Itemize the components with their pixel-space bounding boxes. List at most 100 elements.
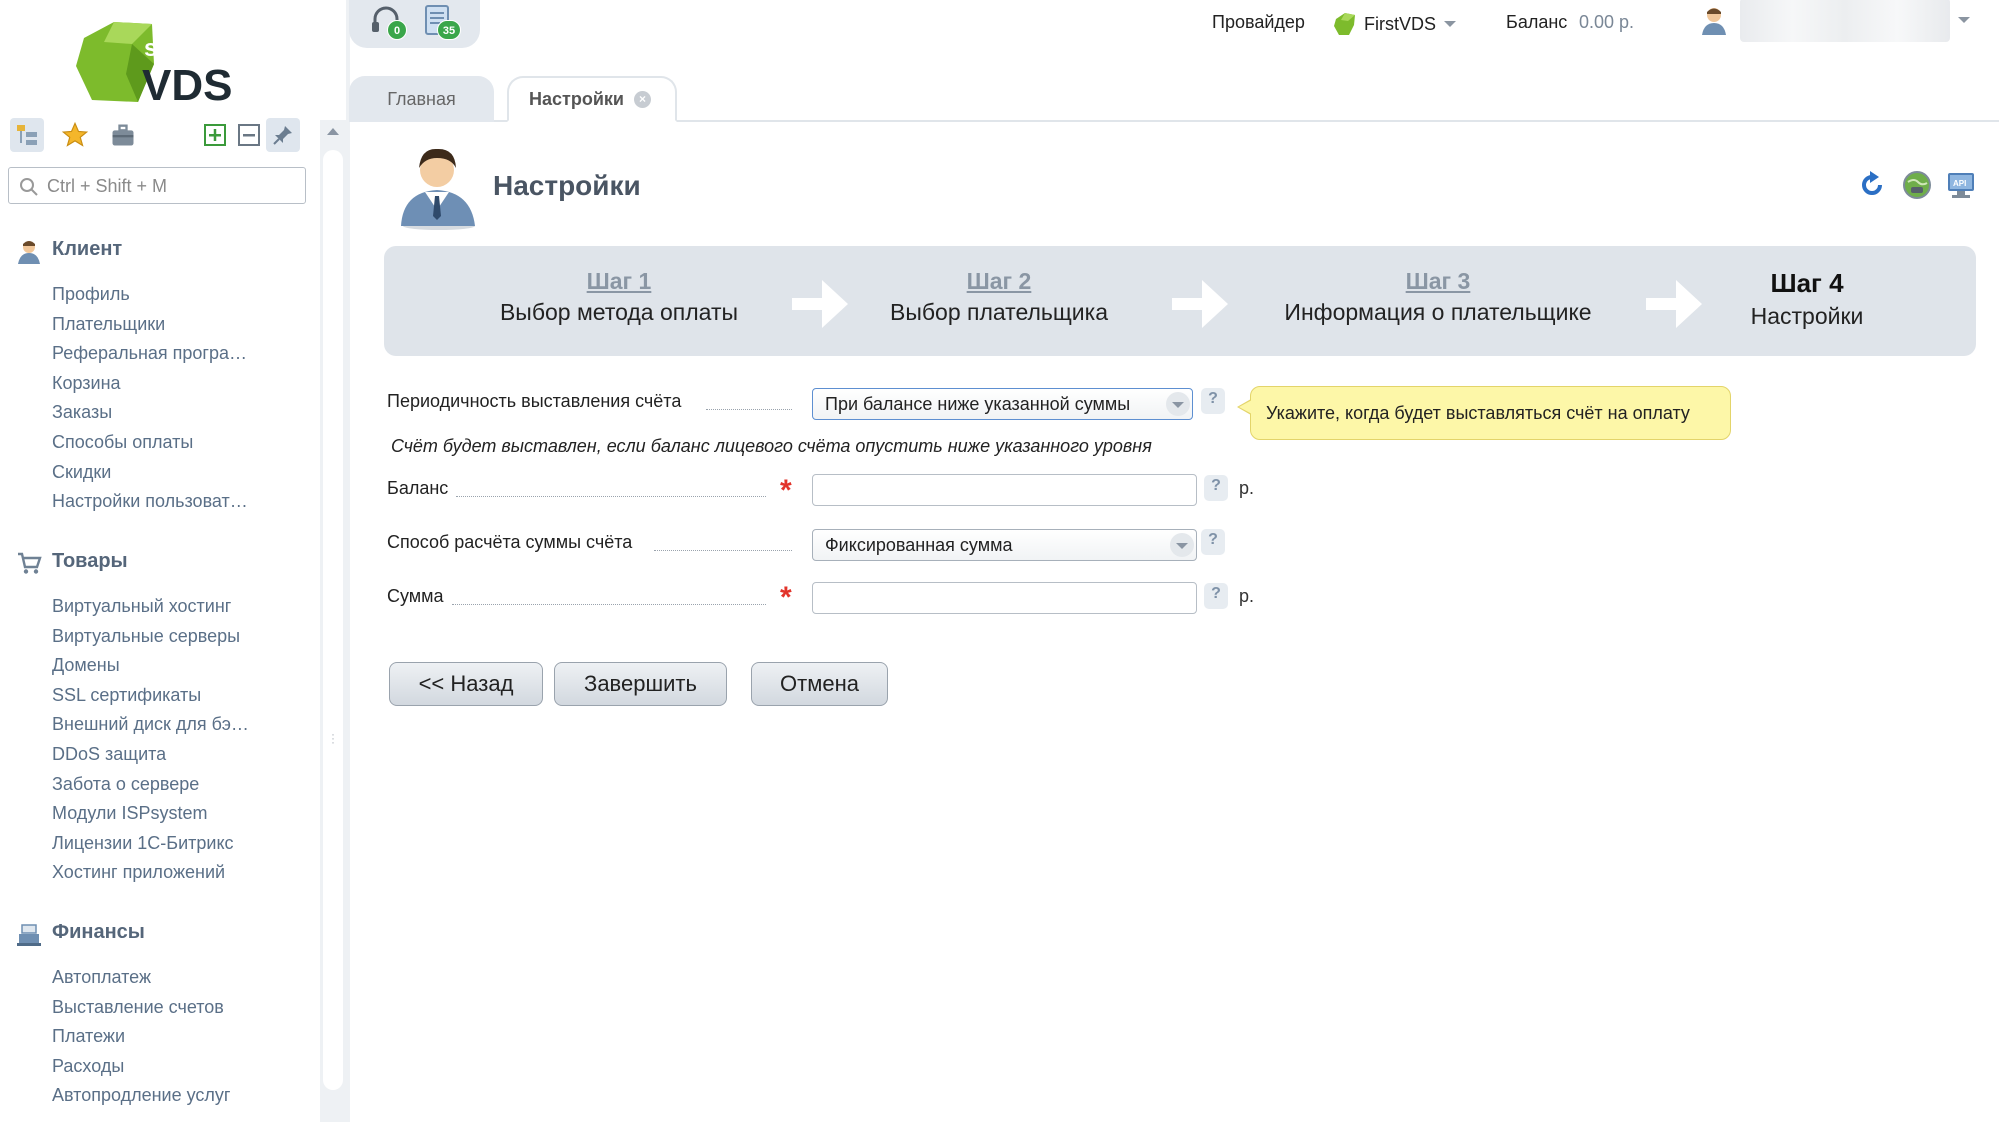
finish-button[interactable]: Завершить xyxy=(554,662,727,706)
step-number[interactable]: Шаг 2 xyxy=(882,268,1116,295)
period-select-value: При балансе ниже указанной суммы xyxy=(825,394,1131,414)
sidebar-item-bitrix-licenses[interactable]: Лицензии 1С-Битрикс xyxy=(0,829,275,859)
balance-value: 0.00 р. xyxy=(1579,12,1635,32)
period-select[interactable]: При балансе ниже указанной суммы xyxy=(812,388,1193,420)
nav-group-header[interactable]: Финансы xyxy=(0,915,318,951)
sidebar-item-backup-disk[interactable]: Внешний диск для бэ… xyxy=(0,710,275,740)
sum-input[interactable] xyxy=(812,582,1197,614)
sidebar-item-discounts[interactable]: Скидки xyxy=(0,458,275,488)
sidebar: st VDS Клиент Профи xyxy=(0,0,318,1122)
sidebar-item-virtual-hosting[interactable]: Виртуальный хостинг xyxy=(0,592,275,622)
notifications-button[interactable]: 35 xyxy=(423,4,463,44)
logo[interactable]: st VDS xyxy=(74,14,244,110)
web-button[interactable] xyxy=(1902,170,1932,200)
sidebar-item-server-care[interactable]: Забота о сервере xyxy=(0,770,275,800)
page-header: Настройки xyxy=(395,140,641,230)
sum-field-label: Сумма xyxy=(387,586,444,606)
sidebar-item-profile[interactable]: Профиль xyxy=(0,280,275,310)
sidebar-item-cart[interactable]: Корзина xyxy=(0,369,275,399)
sidebar-item-virtual-servers[interactable]: Виртуальные серверы xyxy=(0,622,275,652)
briefcase-button[interactable] xyxy=(106,118,140,152)
sidebar-item-referral[interactable]: Реферальная програ… xyxy=(0,339,275,369)
label-leader xyxy=(452,604,766,605)
api-monitor-icon: API xyxy=(1948,173,1974,198)
expand-all-button[interactable] xyxy=(198,118,232,152)
period-label: Периодичность выставления счёта xyxy=(387,391,682,411)
sidebar-item-payers[interactable]: Плательщики xyxy=(0,310,275,340)
sidebar-item-user-settings[interactable]: Настройки пользоват… xyxy=(0,487,275,517)
back-button[interactable]: << Назад xyxy=(389,662,543,706)
calc-method-label: Способ расчёта суммы счёта xyxy=(387,532,633,552)
tab-label: Главная xyxy=(387,88,456,109)
search-icon xyxy=(20,178,38,196)
wizard-step-1[interactable]: Шаг 1 Выбор метода оплаты xyxy=(492,268,746,326)
step-number[interactable]: Шаг 1 xyxy=(492,268,746,295)
step-label: Выбор метода оплаты xyxy=(499,299,739,325)
page-title: Настройки xyxy=(493,170,641,201)
tab-label: Настройки xyxy=(529,88,624,109)
panel-splitter[interactable] xyxy=(346,0,350,1122)
provider-label: Провайдер xyxy=(1212,12,1305,32)
nav-group-header[interactable]: Товары xyxy=(0,544,318,580)
sidebar-item-app-hosting[interactable]: Хостинг приложений xyxy=(0,858,275,888)
balance-help-icon[interactable]: ? xyxy=(1204,475,1228,501)
collapse-all-button[interactable] xyxy=(232,118,266,152)
search-input[interactable] xyxy=(47,174,297,198)
sidebar-item-invoicing[interactable]: Выставление счетов xyxy=(0,993,275,1023)
wizard-step-2[interactable]: Шаг 2 Выбор плательщика xyxy=(882,268,1116,326)
period-help-icon[interactable]: ? xyxy=(1201,388,1225,414)
sidebar-item-domains[interactable]: Домены xyxy=(0,651,275,681)
step-label: Информация о плательщике xyxy=(1284,299,1592,325)
chevron-down-icon xyxy=(1170,533,1194,557)
api-button[interactable]: API xyxy=(1946,170,1976,200)
nav-group-products: Товары Виртуальный хостинг Виртуальные с… xyxy=(0,544,318,888)
sidebar-item-expenses[interactable]: Расходы xyxy=(0,1052,275,1082)
user-menu[interactable] xyxy=(1700,0,1970,42)
sidebar-item-payments[interactable]: Платежи xyxy=(0,1022,275,1052)
close-icon[interactable]: × xyxy=(633,90,651,108)
user-settings-icon xyxy=(401,148,475,230)
cancel-button[interactable]: Отмена xyxy=(751,662,888,706)
sidebar-scrollbar[interactable]: · · · xyxy=(320,120,346,1122)
pin-button[interactable] xyxy=(266,118,300,152)
calc-method-select[interactable]: Фиксированная сумма xyxy=(812,529,1197,561)
sum-unit: р. xyxy=(1239,586,1255,606)
nav-group-header[interactable]: Клиент xyxy=(0,232,318,268)
balance-unit: р. xyxy=(1239,478,1255,498)
tab-home[interactable]: Главная xyxy=(349,76,494,122)
sidebar-item-autorenewal[interactable]: Автопродление услуг xyxy=(0,1081,275,1111)
nav-list: Виртуальный хостинг Виртуальные серверы … xyxy=(0,592,318,888)
sum-help-icon[interactable]: ? xyxy=(1204,583,1228,609)
firstvds-logo-icon xyxy=(1334,13,1355,35)
support-button[interactable]: 0 xyxy=(369,4,409,44)
balance-label: Баланс xyxy=(1506,12,1568,32)
calc-help-icon[interactable]: ? xyxy=(1201,529,1225,555)
sidebar-item-payment-methods[interactable]: Способы оплаты xyxy=(0,428,275,458)
balance-input[interactable] xyxy=(812,474,1197,506)
label-leader xyxy=(654,550,792,551)
sidebar-item-ispsystem-modules[interactable]: Модули ISPsystem xyxy=(0,799,275,829)
scroll-up-icon[interactable] xyxy=(327,128,339,135)
wizard-step-3[interactable]: Шаг 3 Информация о плательщике xyxy=(1273,268,1603,326)
refresh-button[interactable] xyxy=(1857,170,1887,200)
sidebar-item-autopayment[interactable]: Автоплатеж xyxy=(0,963,275,993)
pin-icon xyxy=(273,126,292,145)
chevron-down-icon xyxy=(1444,21,1456,27)
sidebar-item-orders[interactable]: Заказы xyxy=(0,398,275,428)
sidebar-item-ddos[interactable]: DDoS защита xyxy=(0,740,275,770)
sidebar-search xyxy=(8,167,306,204)
step-label: Настройки xyxy=(1750,303,1864,329)
sidebar-item-ssl[interactable]: SSL сертификаты xyxy=(0,681,275,711)
tree-view-button[interactable] xyxy=(10,118,44,152)
arrow-right-icon xyxy=(792,280,848,328)
step-number[interactable]: Шаг 3 xyxy=(1273,268,1603,295)
splitter-grip-icon[interactable]: · · · xyxy=(331,728,335,748)
nav-group-title: Клиент xyxy=(52,238,123,260)
tab-settings[interactable]: Настройки × xyxy=(507,76,677,122)
refresh-icon xyxy=(1862,171,1882,195)
label-leader xyxy=(706,409,792,410)
provider-selector[interactable]: FirstVDS xyxy=(1332,12,1456,36)
favorites-button[interactable] xyxy=(58,118,92,152)
scroll-track[interactable] xyxy=(323,150,343,1090)
arrow-right-icon xyxy=(1172,280,1228,328)
